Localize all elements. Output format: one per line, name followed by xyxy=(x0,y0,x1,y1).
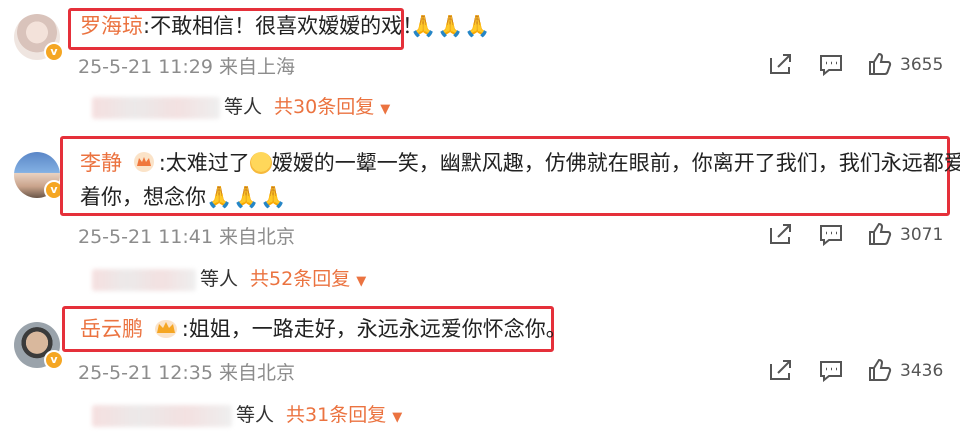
comment-text: 李静 :太难过了 嫒嫒的一颦一笑，幽默风趣，仿佛就在眼前，你离开了我们，我们永远都… xyxy=(80,146,960,183)
chevron-down-icon[interactable]: ▼ xyxy=(356,274,366,289)
crown-badge-icon xyxy=(154,315,178,349)
comment-date: 25-5-21 11:29 xyxy=(78,56,213,78)
comment-text-line2: 着你，想念你🙏🙏🙏 xyxy=(80,180,287,214)
avatar[interactable]: v xyxy=(14,152,64,200)
like-icon[interactable] xyxy=(868,222,892,246)
crying-emoji-icon xyxy=(249,152,272,174)
comment-body-line2: 着你，想念你 xyxy=(80,185,206,209)
reply-dengren: 等人 xyxy=(200,268,239,290)
avatar[interactable]: v xyxy=(14,322,64,370)
like-icon[interactable] xyxy=(868,52,892,76)
verified-badge-icon: v xyxy=(44,42,64,62)
prayer-emoji: 🙏🙏🙏 xyxy=(206,185,288,209)
comment-body-cont: 嫒嫒的一颦一笑，幽默风趣，仿佛就在眼前，你离开了我们，我们永远都爱 xyxy=(271,151,960,175)
comment-icon[interactable] xyxy=(818,223,844,247)
comment-meta: 25-5-21 11:29 来自上海 xyxy=(78,52,295,79)
prayer-emoji: 🙏🙏🙏 xyxy=(410,14,492,38)
comment-meta: 25-5-21 11:41 来自北京 xyxy=(78,222,295,249)
comment-text: 岳云鹏 :姐姐，一路走好，永远永远爱你怀念你。 xyxy=(80,312,567,349)
like-count: 3436 xyxy=(900,361,944,381)
reply-dengren: 等人 xyxy=(236,404,275,426)
comment-location: 来自北京 xyxy=(219,362,296,384)
username[interactable]: 李静 xyxy=(80,151,122,175)
chevron-down-icon[interactable]: ▼ xyxy=(392,410,402,425)
comment-text: 罗海琼:不敢相信！很喜欢嫒嫒的戏！ xyxy=(80,9,423,43)
like-count: 3071 xyxy=(900,225,944,245)
reply-total[interactable]: 共52条回复 xyxy=(250,268,350,290)
reply-summary[interactable]: 等人 共31条回复 ▼ xyxy=(92,400,402,427)
comment-location: 来自上海 xyxy=(219,56,296,78)
share-icon[interactable] xyxy=(768,358,794,382)
share-icon[interactable] xyxy=(768,52,794,76)
share-icon[interactable] xyxy=(768,222,794,246)
comment-icon[interactable] xyxy=(818,359,844,383)
comment-body: :不敢相信！很喜欢嫒嫒的戏！ xyxy=(143,14,424,38)
comment-date: 25-5-21 11:41 xyxy=(78,226,213,248)
comment-meta: 25-5-21 12:35 来自北京 xyxy=(78,358,295,385)
comment-body: :太难过了 xyxy=(158,151,250,175)
reply-total[interactable]: 共31条回复 xyxy=(286,404,386,426)
blurred-reply-names xyxy=(92,96,220,119)
like-count: 3655 xyxy=(900,55,944,75)
comment-date: 25-5-21 12:35 xyxy=(78,362,213,384)
reply-summary[interactable]: 等人 共52条回复 ▼ xyxy=(92,264,366,291)
blurred-reply-names xyxy=(92,404,232,427)
reply-total[interactable]: 共30条回复 xyxy=(274,96,374,118)
username[interactable]: 岳云鹏 xyxy=(80,317,143,341)
username[interactable]: 罗海琼 xyxy=(80,14,143,38)
comment-location: 来自北京 xyxy=(219,226,296,248)
blurred-reply-names xyxy=(92,268,196,291)
verified-badge-icon: v xyxy=(44,350,64,370)
comment-body: :姐姐，一路走好，永远永远爱你怀念你。 xyxy=(181,317,567,341)
avatar[interactable]: v xyxy=(14,14,64,62)
crown-badge-icon xyxy=(133,149,155,183)
reply-dengren: 等人 xyxy=(224,96,263,118)
reply-summary[interactable]: 等人 共30条回复 ▼ xyxy=(92,92,390,119)
like-icon[interactable] xyxy=(868,358,892,382)
chevron-down-icon[interactable]: ▼ xyxy=(380,102,390,117)
comment-icon[interactable] xyxy=(818,53,844,77)
